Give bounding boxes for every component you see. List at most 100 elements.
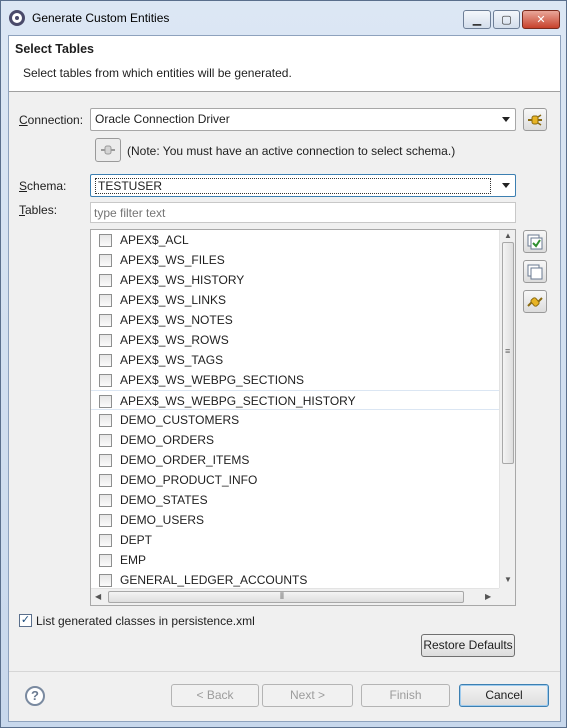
cancel-button[interactable]: Cancel — [459, 684, 549, 707]
table-row[interactable]: APEX$_WS_ROWS — [91, 330, 499, 350]
table-row[interactable]: APEX$_WS_WEBPG_SECTION_HISTORY — [91, 390, 499, 410]
table-name: APEX$_ACL — [120, 233, 189, 247]
table-row[interactable]: DEMO_PRODUCT_INFO — [91, 470, 499, 490]
table-row[interactable]: DEMO_USERS — [91, 510, 499, 530]
table-checkbox[interactable] — [99, 454, 112, 467]
window-title: Generate Custom Entities — [32, 11, 170, 25]
scroll-down-icon[interactable]: ▼ — [504, 575, 512, 584]
table-checkbox[interactable] — [99, 294, 112, 307]
tables-label: Tables: — [19, 203, 58, 217]
table-name: EMP — [120, 553, 147, 567]
table-name: APEX$_WS_TAGS — [120, 353, 224, 367]
table-name: APEX$_WS_NOTES — [120, 313, 233, 327]
refresh-button[interactable] — [523, 290, 547, 313]
table-checkbox[interactable] — [99, 374, 112, 387]
scroll-right-icon[interactable]: ▶ — [485, 592, 491, 601]
table-row[interactable]: GENERAL_LEDGER_ACCOUNTS — [91, 570, 499, 590]
table-row[interactable]: APEX$_ACL — [91, 230, 499, 250]
table-row[interactable]: APEX$_WS_HISTORY — [91, 270, 499, 290]
table-name: DEMO_STATES — [120, 493, 208, 507]
table-checkbox[interactable] — [99, 234, 112, 247]
connect-button[interactable] — [523, 108, 547, 131]
table-name: APEX$_WS_HISTORY — [120, 273, 245, 287]
title-bar[interactable]: Generate Custom Entities ▁ ▢ ✕ — [1, 1, 566, 35]
table-name: DEMO_ORDERS — [120, 433, 215, 447]
table-checkbox[interactable] — [99, 274, 112, 287]
help-icon[interactable]: ? — [25, 686, 45, 706]
table-checkbox[interactable] — [99, 334, 112, 347]
dialog-window: Generate Custom Entities ▁ ▢ ✕ Select Ta… — [0, 0, 567, 728]
schema-value: TESTUSER — [95, 178, 491, 194]
persistence-checkbox[interactable]: ✓ — [19, 614, 32, 627]
table-checkbox[interactable] — [99, 414, 112, 427]
table-checkbox[interactable] — [99, 514, 112, 527]
restore-defaults-button[interactable]: Restore Defaults — [421, 634, 515, 657]
reconnect-button[interactable] — [95, 138, 121, 162]
maximize-button[interactable]: ▢ — [493, 10, 520, 29]
table-name: DEMO_ORDER_ITEMS — [120, 453, 250, 467]
finish-button[interactable]: Finish — [361, 684, 450, 707]
table-row[interactable]: DEMO_ORDERS — [91, 430, 499, 450]
table-checkbox[interactable] — [99, 254, 112, 267]
eclipse-icon — [9, 10, 25, 26]
table-checkbox[interactable] — [99, 314, 112, 327]
table-filter-input[interactable] — [90, 202, 516, 223]
persistence-label: List generated classes in persistence.xm… — [36, 614, 255, 628]
table-row[interactable]: APEX$_WS_LINKS — [91, 290, 499, 310]
grip-icon: ⦀ — [280, 591, 284, 601]
table-checkbox[interactable] — [99, 434, 112, 447]
table-row[interactable]: APEX$_WS_TAGS — [91, 350, 499, 370]
schema-combo[interactable]: TESTUSER — [90, 174, 516, 197]
wizard-header: Select Tables Select tables from which e… — [9, 36, 560, 92]
table-checkbox[interactable] — [99, 534, 112, 547]
connection-combo[interactable]: Oracle Connection Driver — [90, 108, 516, 131]
horizontal-scrollbar[interactable]: ◀ ⦀ ▶ — [91, 588, 499, 605]
scroll-corner — [499, 588, 515, 605]
table-name: DEMO_PRODUCT_INFO — [120, 473, 258, 487]
table-row[interactable]: DEMO_ORDER_ITEMS — [91, 450, 499, 470]
close-button[interactable]: ✕ — [522, 10, 560, 29]
table-name: APEX$_WS_WEBPG_SECTION_HISTORY — [120, 394, 356, 408]
vertical-scrollbar[interactable]: ▲ ≡ ▼ — [499, 230, 515, 588]
table-row[interactable]: DEPT — [91, 530, 499, 550]
table-row[interactable]: EMP — [91, 550, 499, 570]
table-name: APEX$_WS_FILES — [120, 253, 225, 267]
scroll-left-icon[interactable]: ◀ — [95, 592, 101, 601]
connection-note: (Note: You must have an active connectio… — [127, 144, 456, 158]
page-description: Select tables from which entities will b… — [23, 66, 292, 80]
table-name: GENERAL_LEDGER_ACCOUNTS — [120, 573, 308, 587]
table-checkbox[interactable] — [99, 494, 112, 507]
schema-label: Schema: — [19, 179, 67, 193]
connection-value: Oracle Connection Driver — [95, 112, 230, 126]
table-name: APEX$_WS_ROWS — [120, 333, 229, 347]
vertical-scroll-thumb[interactable]: ≡ — [502, 242, 514, 464]
table-name: DEMO_CUSTOMERS — [120, 413, 240, 427]
table-checkbox[interactable] — [99, 574, 112, 587]
table-row[interactable]: DEMO_STATES — [91, 490, 499, 510]
select-all-button[interactable] — [523, 230, 547, 253]
table-row[interactable]: APEX$_WS_FILES — [91, 250, 499, 270]
table-checkbox[interactable] — [99, 554, 112, 567]
connect-plug-icon — [528, 113, 542, 126]
back-button[interactable]: < Back — [171, 684, 259, 707]
connection-label: Connection: — [19, 113, 84, 127]
table-row[interactable]: APEX$_WS_NOTES — [91, 310, 499, 330]
deselect-all-icon — [527, 264, 543, 279]
table-name: DEPT — [120, 533, 153, 547]
minimize-button[interactable]: ▁ — [463, 10, 491, 29]
refresh-icon — [527, 296, 543, 307]
plug-icon — [101, 145, 115, 155]
grip-icon: ≡ — [505, 346, 511, 356]
dialog-client-area: Select Tables Select tables from which e… — [8, 35, 561, 722]
table-row[interactable]: DEMO_CUSTOMERS — [91, 410, 499, 430]
next-button[interactable]: Next > — [262, 684, 353, 707]
select-all-icon — [527, 234, 543, 249]
table-checkbox[interactable] — [99, 354, 112, 367]
table-checkbox[interactable] — [99, 474, 112, 487]
table-checkbox[interactable] — [99, 395, 112, 408]
deselect-all-button[interactable] — [523, 260, 547, 283]
scroll-up-icon[interactable]: ▲ — [504, 231, 512, 240]
tables-list[interactable]: GENERAL_LEDGER_ACCOUNTS EMP DEPT DEMO_USERS… — [90, 229, 516, 606]
horizontal-scroll-thumb[interactable]: ⦀ — [108, 591, 464, 603]
table-row[interactable]: APEX$_WS_WEBPG_SECTIONS — [91, 370, 499, 390]
